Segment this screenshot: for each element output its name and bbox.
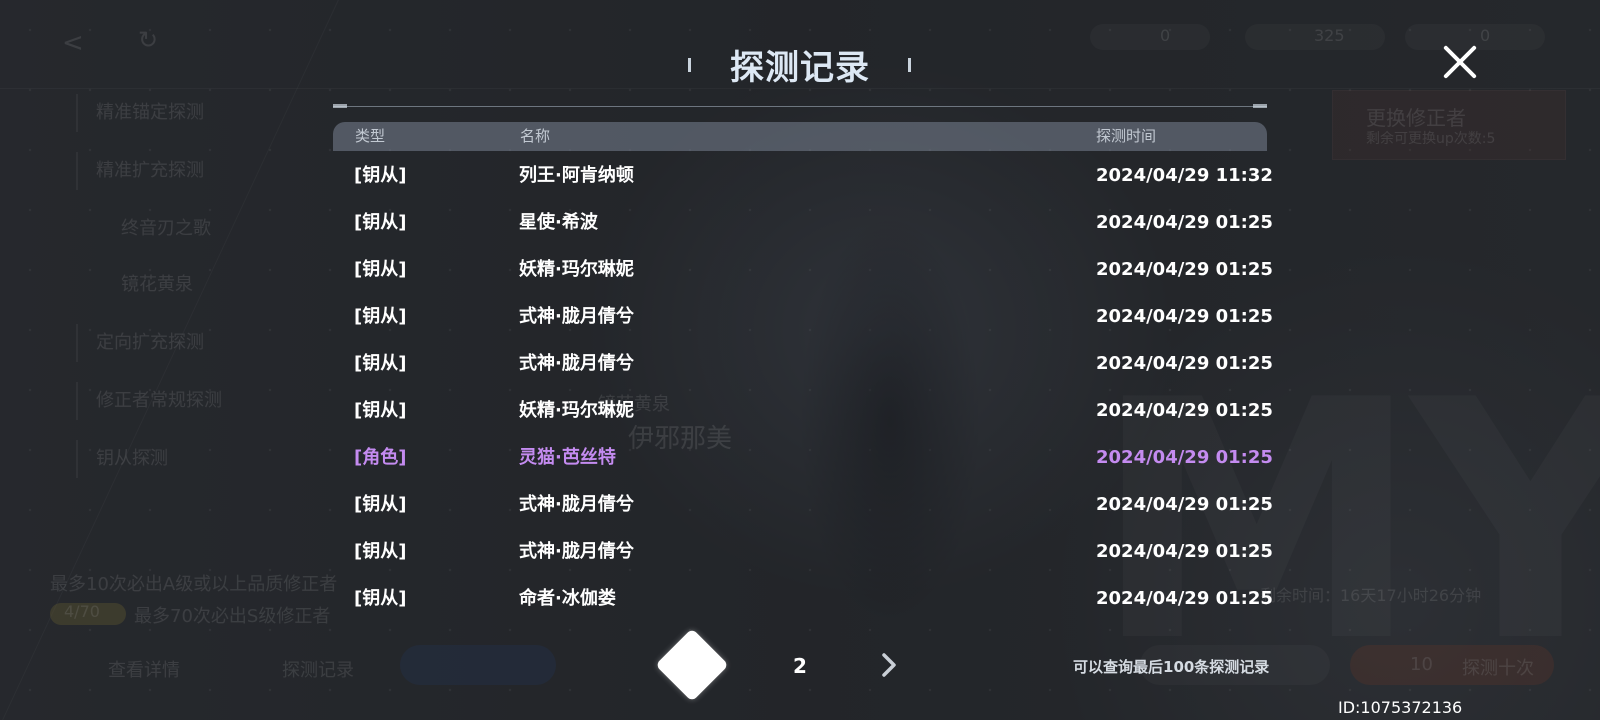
table-row: [钥从] 列王·阿肯纳顿 2024/04/29 11:32 [333, 152, 1273, 199]
dialog-title: 探测记录 [730, 48, 870, 88]
record-type: [钥从] [354, 212, 407, 233]
record-name: 式神·胧月倩兮 [519, 353, 634, 374]
record-time: 2024/04/29 01:25 [1096, 259, 1273, 280]
record-time: 2024/04/29 01:25 [1096, 212, 1273, 233]
record-name: 式神·胧月倩兮 [519, 306, 634, 327]
column-header-name: 名称 [520, 127, 551, 145]
record-type: [钥从] [354, 588, 407, 609]
record-name: 妖精·玛尔琳妮 [519, 259, 634, 280]
table-row: [钥从] 妖精·玛尔琳妮 2024/04/29 01:25 [333, 387, 1273, 434]
record-name: 命者·冰伽娄 [519, 588, 616, 609]
record-type: [钥从] [354, 259, 407, 280]
record-time: 2024/04/29 01:25 [1096, 306, 1273, 327]
record-type: [钥从] [354, 306, 407, 327]
table-row: [角色] 灵猫·芭丝特 2024/04/29 01:25 [333, 434, 1273, 481]
record-name: 星使·希波 [519, 212, 598, 233]
divider [333, 104, 1267, 108]
chevron-right-icon[interactable] [878, 652, 902, 678]
records-list[interactable]: [钥从] 列王·阿肯纳顿 2024/04/29 11:32 [钥从] 星使·希波 2024… [333, 152, 1273, 622]
record-time: 2024/04/29 01:25 [1096, 353, 1273, 374]
record-time: 2024/04/29 01:25 [1096, 447, 1273, 468]
record-time: 2024/04/29 01:25 [1096, 588, 1273, 609]
table-row: [钥从] 妖精·玛尔琳妮 2024/04/29 01:25 [333, 246, 1273, 293]
record-type: [钥从] [354, 353, 407, 374]
page-number: 2 [793, 654, 807, 678]
table-row: [钥从] 式神·胧月倩兮 2024/04/29 01:25 [333, 481, 1273, 528]
record-name: 式神·胧月倩兮 [519, 494, 634, 515]
record-type: [钥从] [354, 400, 407, 421]
record-name: 式神·胧月倩兮 [519, 541, 634, 562]
record-type: [角色] [354, 447, 407, 468]
close-icon[interactable] [1440, 42, 1480, 82]
column-header-time: 探测时间 [1096, 127, 1157, 145]
record-time: 2024/04/29 01:25 [1096, 541, 1273, 562]
record-name: 列王·阿肯纳顿 [519, 165, 634, 186]
user-id: ID:1075372136 [1338, 698, 1463, 717]
record-type: [钥从] [354, 165, 407, 186]
table-row: [钥从] 式神·胧月倩兮 2024/04/29 01:25 [333, 340, 1273, 387]
table-row: [钥从] 式神·胧月倩兮 2024/04/29 01:25 [333, 293, 1273, 340]
record-type: [钥从] [354, 494, 407, 515]
record-time: 2024/04/29 01:25 [1096, 494, 1273, 515]
record-time: 2024/04/29 11:32 [1096, 165, 1273, 186]
record-name: 灵猫·芭丝特 [519, 447, 616, 468]
table-row: [钥从] 命者·冰伽娄 2024/04/29 01:25 [333, 575, 1273, 622]
table-header: 类型 名称 探测时间 [333, 122, 1267, 151]
record-name: 妖精·玛尔琳妮 [519, 400, 634, 421]
record-type: [钥从] [354, 541, 407, 562]
records-hint: 可以查询最后100条探测记录 [1073, 658, 1270, 676]
table-row: [钥从] 式神·胧月倩兮 2024/04/29 01:25 [333, 528, 1273, 575]
column-header-type: 类型 [355, 127, 386, 145]
table-row: [钥从] 星使·希波 2024/04/29 01:25 [333, 199, 1273, 246]
record-time: 2024/04/29 01:25 [1096, 400, 1273, 421]
